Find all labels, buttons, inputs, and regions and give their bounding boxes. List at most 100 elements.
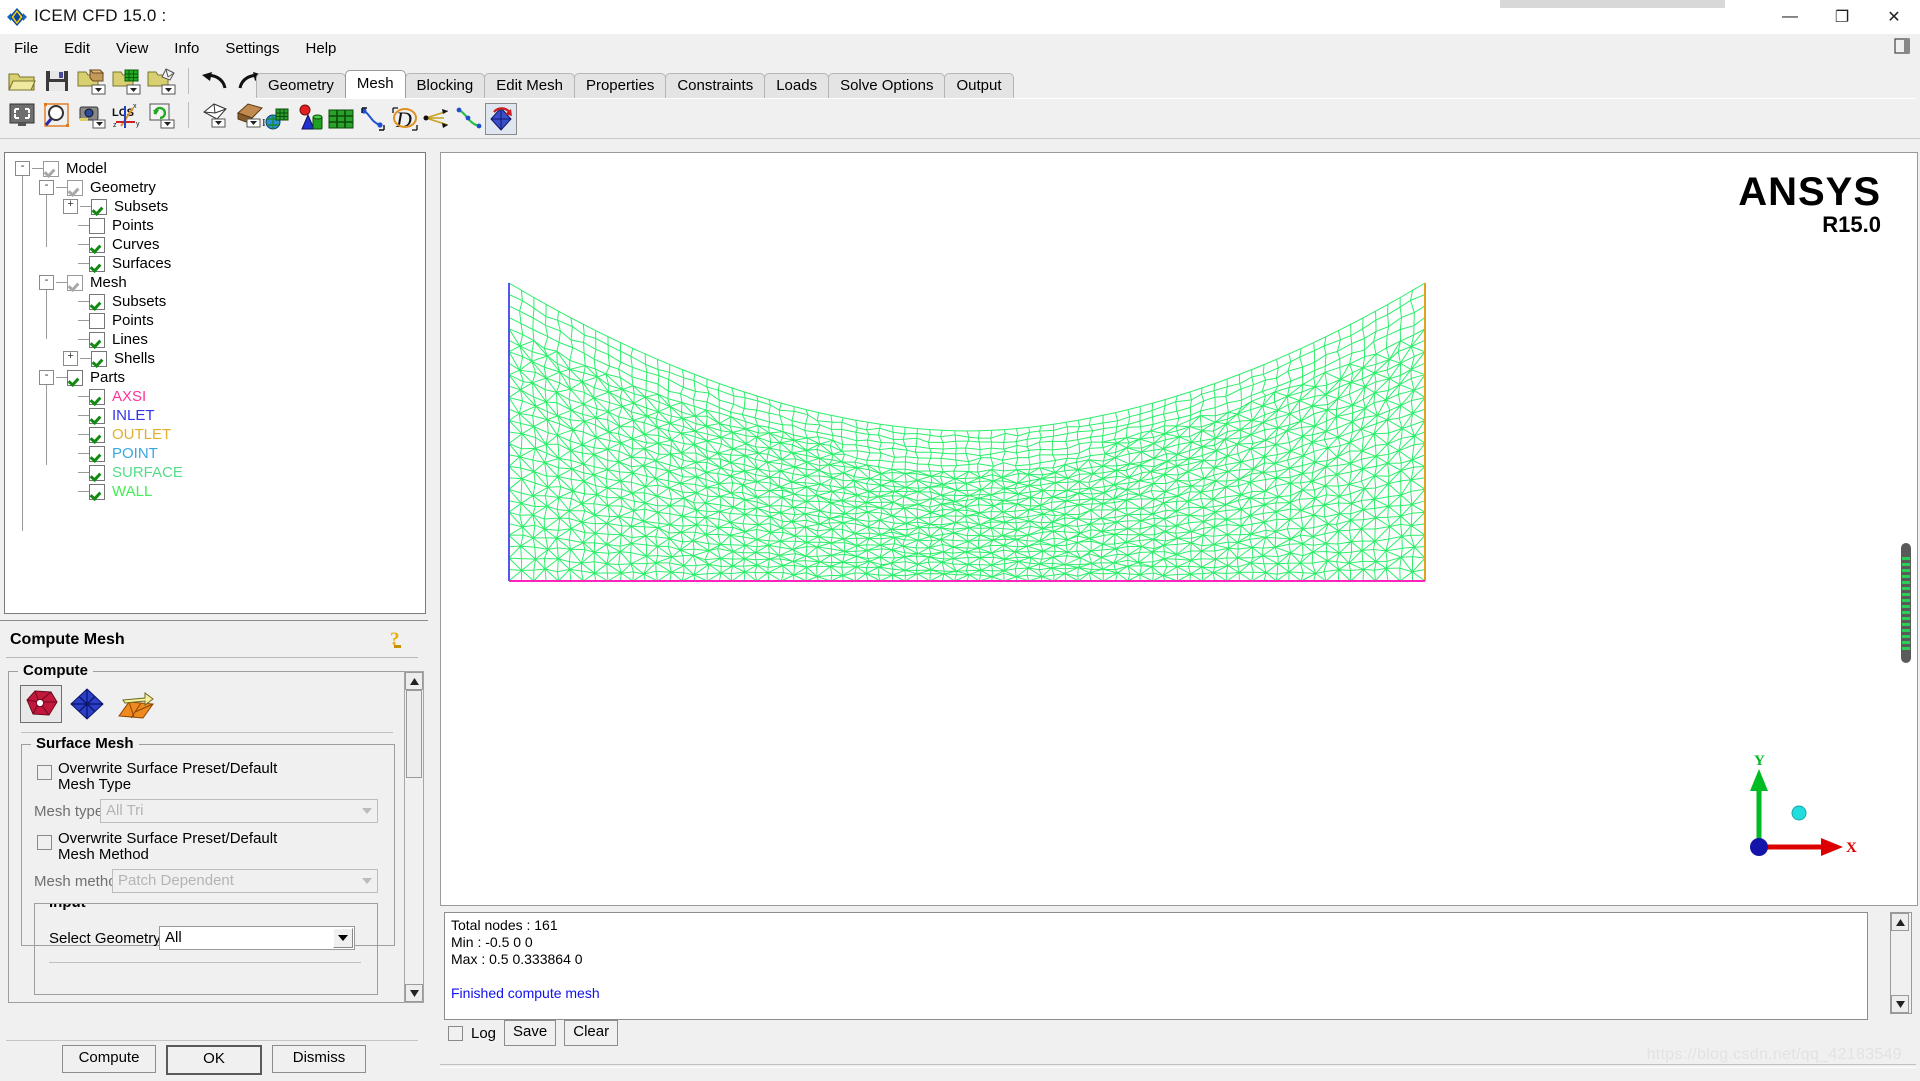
tab-mesh[interactable]: Mesh [344, 70, 406, 98]
tree-checkbox[interactable] [89, 426, 105, 443]
tree-checkbox[interactable] [67, 274, 83, 291]
tree-node-geometry-subsets[interactable]: + Subsets [15, 197, 425, 216]
menu-view[interactable]: View [104, 37, 160, 60]
compute-button[interactable]: Compute [62, 1045, 156, 1073]
tree-node-mesh[interactable]: - Mesh [15, 273, 425, 292]
tree-node-geometry-curves[interactable]: Curves [15, 235, 425, 254]
help-question-icon[interactable]: ? [388, 627, 410, 651]
tree-toggle-icon[interactable]: - [39, 180, 54, 195]
tree-node-mesh-subsets[interactable]: Subsets [15, 292, 425, 311]
tree-node-part-inlet[interactable]: INLET [15, 406, 425, 425]
select-geometry-combo[interactable]: All [159, 926, 355, 950]
tree-checkbox[interactable] [89, 445, 105, 462]
tree-toggle-icon[interactable]: - [15, 161, 30, 176]
panel-scrollbar[interactable] [404, 671, 424, 1003]
tree-node-mesh-lines[interactable]: Lines [15, 330, 425, 349]
viewport-scrollbar[interactable] [1899, 543, 1913, 663]
tree-checkbox[interactable] [89, 236, 105, 253]
curve-mesh-setup-icon[interactable] [358, 104, 388, 134]
save-log-button[interactable]: Save [504, 1020, 557, 1046]
create-mesh-density-icon[interactable]: D [390, 104, 420, 134]
tree-toggle-icon[interactable]: - [39, 275, 54, 290]
open-folder-icon[interactable] [6, 66, 38, 96]
mesh-method-combo[interactable]: Patch Dependent [112, 869, 378, 893]
clear-log-button[interactable]: Clear [564, 1020, 619, 1046]
overwrite-mesh-method-checkbox[interactable] [37, 835, 52, 850]
dock-icon[interactable] [1892, 36, 1912, 56]
scroll-thumb[interactable] [406, 690, 422, 778]
scroll-down-button[interactable] [1891, 995, 1909, 1013]
graphics-viewport[interactable]: ANSYS R15.0 Y X [440, 152, 1918, 906]
isometric-view-icon[interactable] [199, 100, 231, 130]
message-log[interactable]: Total nodes : 161 Min : -0.5 0 0 Max : 0… [444, 912, 1868, 1020]
tab-edit-mesh[interactable]: Edit Mesh [484, 73, 575, 98]
tree-checkbox[interactable] [89, 293, 105, 310]
open-geometry-icon[interactable] [76, 66, 108, 96]
refresh-icon[interactable] [146, 100, 178, 130]
tree-checkbox[interactable] [67, 369, 83, 386]
minimize-button[interactable]: — [1764, 0, 1816, 34]
fit-window-icon[interactable] [6, 100, 38, 130]
tree-checkbox[interactable] [89, 331, 105, 348]
tree-node-part-surface[interactable]: SURFACE [15, 463, 425, 482]
menu-file[interactable]: File [2, 37, 50, 60]
tree-checkbox[interactable] [89, 217, 105, 234]
menu-info[interactable]: Info [162, 37, 211, 60]
tree-node-part-axsi[interactable]: AXSI [15, 387, 425, 406]
tab-properties[interactable]: Properties [573, 73, 667, 98]
save-icon[interactable] [41, 66, 73, 96]
lcs-axes-icon[interactable]: LCS x z y [111, 100, 143, 130]
chevron-down-icon[interactable] [358, 802, 375, 819]
tree-node-part-point[interactable]: POINT [15, 444, 425, 463]
zoom-box-icon[interactable] [41, 100, 73, 130]
tree-checkbox[interactable] [89, 407, 105, 424]
surface-mesh-icon[interactable] [67, 686, 107, 722]
tree-node-part-wall[interactable]: WALL [15, 482, 425, 501]
tree-node-geometry-surfaces[interactable]: Surfaces [15, 254, 425, 273]
tree-toggle-icon[interactable]: - [39, 370, 54, 385]
log-checkbox[interactable] [448, 1025, 463, 1041]
chevron-down-icon[interactable] [358, 872, 375, 889]
tree-node-mesh-shells[interactable]: + Shells [15, 349, 425, 368]
close-button[interactable]: ✕ [1868, 0, 1920, 34]
scroll-up-button[interactable] [1891, 913, 1909, 931]
tree-node-mesh-points[interactable]: Points [15, 311, 425, 330]
tree-node-geometry[interactable]: - Geometry [15, 178, 425, 197]
message-scrollbar[interactable] [1890, 912, 1912, 1014]
surface-mesh-setup-icon[interactable] [326, 104, 356, 134]
scroll-down-button[interactable] [405, 984, 423, 1002]
model-tree-panel[interactable]: - Model - Geometry + Subsets Points Curv… [4, 152, 426, 614]
mesh-type-combo[interactable]: All Tri [100, 799, 378, 823]
tab-output[interactable]: Output [944, 73, 1014, 98]
tree-toggle-icon[interactable]: + [63, 351, 78, 366]
dismiss-button[interactable]: Dismiss [272, 1045, 366, 1073]
tab-blocking[interactable]: Blocking [404, 73, 486, 98]
tab-solve-options[interactable]: Solve Options [828, 73, 946, 98]
volume-mesh-icon[interactable] [20, 685, 62, 723]
panel-splitter[interactable] [432, 152, 438, 1076]
tree-checkbox[interactable] [43, 160, 59, 177]
save-picture-icon[interactable] [76, 100, 108, 130]
maximize-button[interactable]: ❐ [1816, 0, 1868, 34]
tree-node-geometry-points[interactable]: Points [15, 216, 425, 235]
menu-edit[interactable]: Edit [52, 37, 102, 60]
tree-checkbox[interactable] [89, 464, 105, 481]
menu-help[interactable]: Help [294, 37, 349, 60]
tree-toggle-icon[interactable]: + [63, 199, 78, 214]
tree-checkbox[interactable] [67, 179, 83, 196]
tab-loads[interactable]: Loads [764, 73, 830, 98]
tree-node-model[interactable]: - Model [15, 159, 425, 178]
tree-checkbox[interactable] [91, 350, 107, 367]
menu-settings[interactable]: Settings [213, 37, 291, 60]
compute-mesh-icon[interactable] [485, 103, 517, 135]
chevron-down-icon[interactable] [333, 928, 353, 948]
tree-node-parts[interactable]: - Parts [15, 368, 425, 387]
open-blocking-icon[interactable] [146, 66, 178, 96]
tree-node-part-outlet[interactable]: OUTLET [15, 425, 425, 444]
tree-checkbox[interactable] [91, 198, 107, 215]
tab-geometry[interactable]: Geometry [256, 73, 346, 98]
open-mesh-icon[interactable] [111, 66, 143, 96]
overwrite-mesh-type-checkbox[interactable] [37, 765, 52, 780]
tree-checkbox[interactable] [89, 483, 105, 500]
edit-curve-mesh-icon[interactable] [454, 104, 484, 134]
